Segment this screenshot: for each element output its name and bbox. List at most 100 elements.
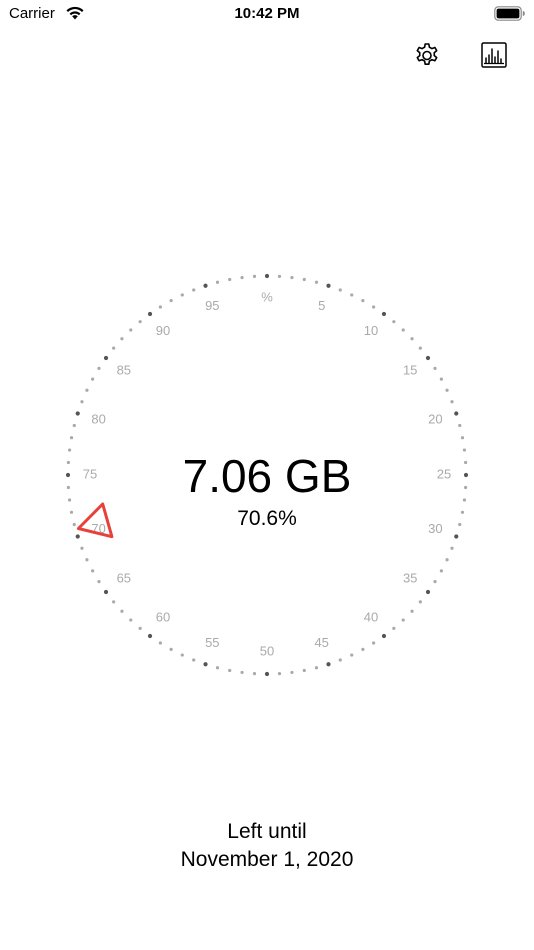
dial-tick-label: 15 bbox=[403, 362, 417, 377]
dial-major-tick bbox=[75, 534, 80, 539]
dial-minor-tick bbox=[361, 647, 365, 651]
dial-tick-label: 90 bbox=[156, 323, 170, 338]
dial-major-tick bbox=[147, 633, 153, 639]
reset-date-label: November 1, 2020 bbox=[180, 848, 354, 871]
dial-percent-symbol: % bbox=[261, 289, 273, 304]
dial-tick-label: 85 bbox=[117, 362, 131, 377]
dial-minor-tick bbox=[240, 275, 244, 280]
dial-minor-tick bbox=[252, 274, 257, 278]
dial-major-tick bbox=[425, 589, 431, 595]
dial-tick-label: 55 bbox=[205, 635, 219, 650]
dial-major-tick bbox=[147, 311, 153, 317]
dial-major-tick bbox=[75, 411, 80, 416]
dial-minor-tick bbox=[290, 275, 294, 280]
dial-tick-label: 10 bbox=[364, 323, 378, 338]
dial-minor-tick bbox=[458, 423, 462, 428]
dial-minor-tick bbox=[439, 377, 443, 381]
dial-minor-tick bbox=[80, 400, 84, 404]
left-until-label: Left until bbox=[227, 820, 307, 843]
status-bar: Carrier 10:42 PM bbox=[0, 0, 534, 30]
dial-major-tick bbox=[454, 411, 459, 416]
dial-tick-label: 65 bbox=[117, 570, 131, 585]
battery-full-icon bbox=[494, 6, 525, 21]
dial-minor-tick bbox=[215, 666, 220, 670]
dial-minor-tick bbox=[433, 580, 437, 584]
dial-minor-tick bbox=[252, 672, 257, 676]
dial-major-tick bbox=[264, 273, 270, 279]
dial-minor-tick bbox=[439, 569, 443, 573]
dial-minor-tick bbox=[410, 609, 414, 613]
dial-minor-tick bbox=[302, 277, 306, 282]
settings-button[interactable] bbox=[410, 38, 444, 72]
dial-minor-tick bbox=[215, 280, 220, 284]
dial-minor-tick bbox=[314, 280, 319, 284]
dial-minor-tick bbox=[361, 299, 365, 303]
dial-tick-label: 35 bbox=[403, 570, 417, 585]
dial-minor-tick bbox=[192, 658, 196, 662]
dial-major-tick bbox=[381, 633, 387, 639]
dial-tick-label: 50 bbox=[260, 643, 274, 658]
dial-minor-tick bbox=[158, 641, 162, 645]
dial-minor-tick bbox=[169, 299, 173, 303]
dial-minor-tick bbox=[401, 618, 405, 622]
stats-button[interactable] bbox=[477, 38, 511, 72]
dial-minor-tick bbox=[85, 388, 89, 392]
dial-minor-tick bbox=[302, 668, 306, 673]
dial-minor-tick bbox=[129, 328, 133, 332]
dial-tick-label: 95 bbox=[205, 298, 219, 313]
dial-minor-tick bbox=[372, 305, 376, 309]
dial-tick-label: 20 bbox=[428, 412, 442, 427]
dial-minor-tick bbox=[450, 546, 454, 550]
dial-minor-tick bbox=[120, 337, 124, 341]
dial-minor-tick bbox=[158, 305, 162, 309]
dial-major-tick bbox=[326, 283, 331, 288]
dial-minor-tick bbox=[228, 668, 232, 673]
dial-minor-tick bbox=[180, 653, 184, 657]
dial-minor-tick bbox=[314, 666, 319, 670]
dial-minor-tick bbox=[401, 328, 405, 332]
dial-minor-tick bbox=[97, 580, 101, 584]
dial-minor-tick bbox=[433, 366, 437, 370]
dial-tick-label: 40 bbox=[364, 610, 378, 625]
dial-minor-tick bbox=[138, 320, 142, 324]
dial-minor-tick bbox=[392, 626, 396, 630]
dial-tick-label: 5 bbox=[318, 298, 325, 313]
dial-minor-tick bbox=[85, 558, 89, 562]
dial-minor-tick bbox=[69, 436, 74, 440]
dial-minor-tick bbox=[80, 546, 84, 550]
dial-minor-tick bbox=[277, 672, 282, 676]
dial-minor-tick bbox=[228, 277, 232, 282]
dial-minor-tick bbox=[460, 436, 465, 440]
dial-minor-tick bbox=[91, 377, 95, 381]
gear-icon bbox=[416, 43, 438, 65]
dial-minor-tick bbox=[418, 346, 422, 350]
dial-minor-tick bbox=[410, 337, 414, 341]
dial-minor-tick bbox=[450, 400, 454, 404]
dial-major-tick bbox=[425, 355, 431, 361]
dial-minor-tick bbox=[290, 670, 294, 675]
dial-major-tick bbox=[103, 589, 109, 595]
dial-minor-tick bbox=[240, 670, 244, 675]
bar-chart-icon bbox=[481, 42, 507, 68]
dial-minor-tick bbox=[372, 641, 376, 645]
dial-minor-tick bbox=[120, 609, 124, 613]
dial-minor-tick bbox=[91, 569, 95, 573]
dial-minor-tick bbox=[180, 293, 184, 297]
dial-major-tick bbox=[454, 534, 459, 539]
dial-minor-tick bbox=[350, 293, 354, 297]
dial-major-tick bbox=[326, 662, 331, 667]
dial-minor-tick bbox=[338, 658, 342, 662]
dial-minor-tick bbox=[169, 647, 173, 651]
dial-minor-tick bbox=[97, 366, 101, 370]
data-remaining-value: 7.06 GB bbox=[182, 450, 352, 502]
dial-minor-tick bbox=[192, 288, 196, 292]
dial-major-tick bbox=[381, 311, 387, 317]
dial-minor-tick bbox=[138, 626, 142, 630]
clock-time: 10:42 PM bbox=[234, 5, 300, 22]
dial-tick-label: 60 bbox=[156, 610, 170, 625]
dial-minor-tick bbox=[112, 346, 116, 350]
dial-major-tick bbox=[203, 662, 208, 667]
dial-minor-tick bbox=[72, 423, 76, 428]
dial-minor-tick bbox=[277, 274, 282, 278]
dial-minor-tick bbox=[445, 558, 449, 562]
